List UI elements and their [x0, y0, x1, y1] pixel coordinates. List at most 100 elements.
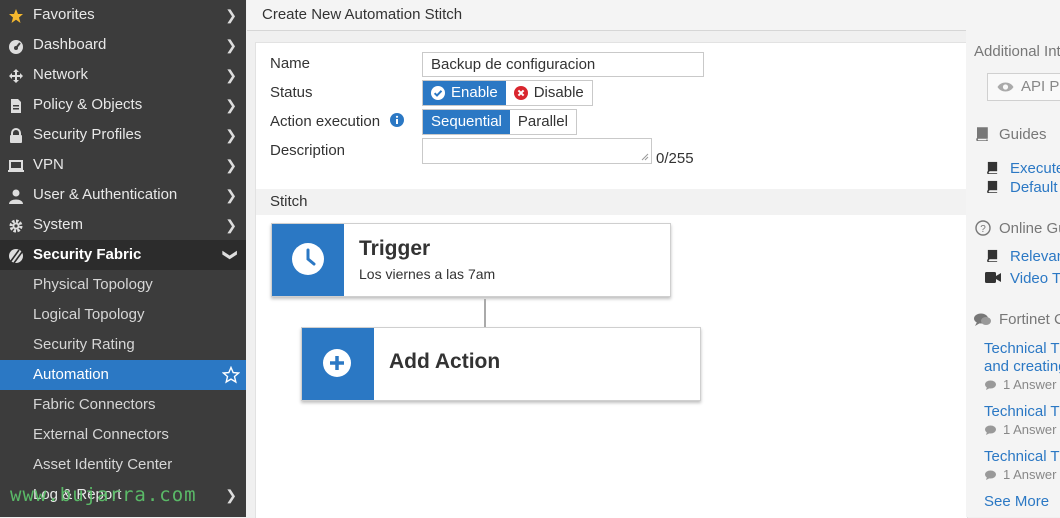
question-circle-icon: ? — [975, 220, 991, 236]
sidebar-item-security-profiles[interactable]: Security Profiles ❯ — [0, 120, 246, 150]
fabric-icon — [9, 249, 23, 264]
gear-icon — [9, 219, 23, 233]
sidebar-subitem-physical-topology[interactable]: Physical Topology — [0, 270, 246, 300]
sidebar-item-user-authentication[interactable]: User & Authentication ❯ — [0, 180, 246, 210]
exec-sequential-button[interactable]: Sequential — [423, 110, 510, 134]
stitch-section-label: Stitch — [270, 193, 308, 210]
guide-link-default[interactable]: Default — [1010, 179, 1058, 196]
exec-sequential-label: Sequential — [431, 113, 502, 130]
chevron-right-icon: ❯ — [225, 157, 237, 173]
sidebar-subitem-security-rating[interactable]: Security Rating — [0, 330, 246, 360]
star-outline-icon[interactable] — [222, 366, 240, 384]
online-guides-title: Online Gu — [999, 220, 1060, 237]
trigger-title: Trigger — [359, 237, 431, 260]
comment-icon — [985, 380, 996, 390]
guides-title: Guides — [999, 126, 1047, 143]
stitch-form: Name Status Enable Disable Action execut… — [255, 42, 968, 518]
sidebar-subitem-logical-topology[interactable]: Logical Topology — [0, 300, 246, 330]
sidebar-subitem-automation[interactable]: Automation — [0, 360, 246, 390]
sidebar-item-label: External Connectors — [33, 426, 169, 443]
sidebar-item-favorites[interactable]: Favorites ❯ — [0, 0, 246, 30]
sidebar-item-label: Log & Report — [33, 486, 122, 503]
book-icon — [987, 249, 998, 262]
sidebar-subitem-fabric-connectors[interactable]: Fabric Connectors — [0, 390, 246, 420]
eye-icon — [997, 82, 1014, 92]
name-label: Name — [270, 55, 311, 72]
sidebar-item-security-fabric[interactable]: Security Fabric ❯ — [0, 240, 246, 270]
sidebar-item-label: VPN — [33, 156, 64, 173]
book-icon — [987, 161, 998, 174]
clock-icon — [292, 243, 324, 275]
status-disable-button[interactable]: Disable — [505, 81, 592, 105]
description-textarea[interactable] — [422, 138, 652, 164]
chevron-down-icon: ❯ — [223, 249, 240, 261]
book-icon — [987, 180, 998, 193]
star-icon — [9, 9, 23, 23]
online-link-relevant[interactable]: Relevan — [1010, 248, 1060, 265]
add-action-card[interactable]: Add Action — [301, 327, 701, 401]
community-post-title[interactable]: Technical Ti — [984, 340, 1060, 357]
action-execution-label: Action execution — [270, 113, 381, 130]
guide-link-execute[interactable]: Execute — [1010, 160, 1060, 177]
sidebar-subitem-asset-identity-center[interactable]: Asset Identity Center — [0, 450, 246, 480]
api-preview-button[interactable]: API Pr — [987, 73, 1060, 101]
add-action-label: Add Action — [389, 350, 501, 373]
sidebar-item-network[interactable]: Network ❯ — [0, 60, 246, 90]
sidebar-item-label: Security Rating — [33, 336, 135, 353]
sidebar-item-label: Security Profiles — [33, 126, 142, 143]
chevron-right-icon: ❯ — [225, 37, 237, 53]
trigger-icon-block — [272, 224, 344, 296]
comment-icon — [985, 425, 996, 435]
chevron-right-icon: ❯ — [225, 67, 237, 83]
sidebar-item-policy-objects[interactable]: Policy & Objects ❯ — [0, 90, 246, 120]
exec-parallel-label: Parallel — [517, 113, 568, 130]
sidebar-item-label: Favorites — [33, 6, 95, 23]
resize-handle-icon[interactable] — [641, 153, 649, 161]
chevron-right-icon: ❯ — [225, 97, 237, 113]
exec-parallel-button[interactable]: Parallel — [509, 110, 576, 134]
laptop-icon — [8, 160, 24, 172]
status-disable-label: Disable — [533, 84, 584, 101]
status-toggle: Enable Disable — [422, 80, 593, 106]
comment-icon — [985, 470, 996, 480]
page-header: Create New Automation Stitch — [247, 0, 1060, 31]
stitch-connector — [484, 299, 486, 327]
status-enable-button[interactable]: Enable — [423, 81, 506, 105]
lock-icon — [10, 128, 22, 143]
community-post-title[interactable]: Technical Ti — [984, 403, 1060, 420]
sidebar-item-log-report[interactable]: Log & Report ❯ — [0, 480, 246, 510]
status-enable-label: Enable — [451, 84, 498, 101]
sidebar-subitem-external-connectors[interactable]: External Connectors — [0, 420, 246, 450]
action-execution-toggle: Sequential Parallel — [422, 109, 577, 135]
sidebar-item-dashboard[interactable]: Dashboard ❯ — [0, 30, 246, 60]
online-link-video[interactable]: Video T — [1010, 270, 1060, 287]
trigger-card[interactable]: Trigger Los viernes a las 7am — [271, 223, 671, 297]
description-label: Description — [270, 142, 346, 159]
stitch-section-header: Stitch — [256, 189, 967, 215]
sidebar-item-label: Security Fabric — [33, 246, 142, 263]
page-title: Create New Automation Stitch — [262, 6, 463, 23]
sidebar-item-system[interactable]: System ❯ — [0, 210, 246, 240]
sidebar-item-label: Fabric Connectors — [33, 396, 156, 413]
sidebar-item-label: Policy & Objects — [33, 96, 143, 113]
community-post-title[interactable]: Technical Ti — [984, 448, 1060, 465]
chevron-right-icon: ❯ — [225, 487, 237, 503]
video-camera-icon — [985, 272, 1001, 283]
community-post-title-line2[interactable]: and creating — [984, 358, 1060, 375]
see-more-link[interactable]: See More — [984, 493, 1049, 510]
community-post-answers: 1 Answer — [1003, 377, 1057, 392]
sidebar-item-label: System — [33, 216, 84, 233]
sidebar-item-label: Network — [33, 66, 89, 83]
api-preview-label: API Pr — [1021, 78, 1060, 95]
add-action-icon-block — [302, 328, 374, 400]
community-title: Fortinet C — [999, 311, 1060, 328]
trigger-subtitle: Los viernes a las 7am — [359, 266, 496, 282]
name-input[interactable] — [422, 52, 704, 77]
chevron-right-icon: ❯ — [225, 187, 237, 203]
plus-circle-icon — [323, 349, 351, 377]
svg-text:?: ? — [980, 224, 986, 235]
info-icon[interactable] — [390, 113, 404, 127]
book-icon — [976, 127, 988, 141]
sidebar-item-vpn[interactable]: VPN ❯ — [0, 150, 246, 180]
community-post-answers: 1 Answer — [1003, 467, 1057, 482]
